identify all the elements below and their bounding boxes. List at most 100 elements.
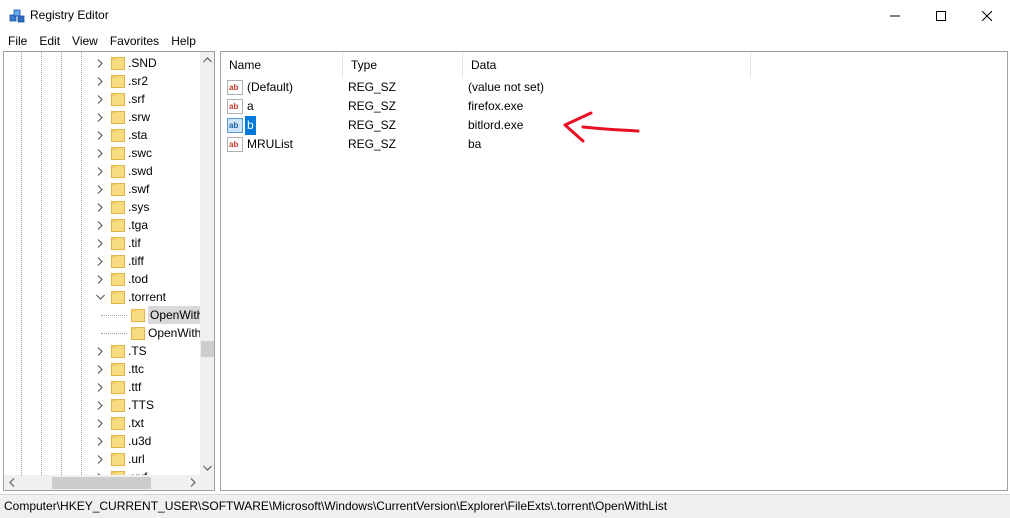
menu-view[interactable]: View	[66, 31, 104, 51]
chevron-right-icon[interactable]	[95, 162, 105, 180]
chevron-up-icon	[203, 56, 212, 62]
chevron-right-icon[interactable]	[95, 216, 105, 234]
chevron-down-icon	[203, 465, 212, 471]
tree-item[interactable]: .ttc	[4, 360, 200, 378]
values-pane[interactable]: Name Type Data ab (Default) REG_SZ (value n…	[220, 51, 1008, 491]
tree-item[interactable]: .sta	[4, 126, 200, 144]
tree-item[interactable]: .tiff	[4, 252, 200, 270]
chevron-right-icon[interactable]	[95, 180, 105, 198]
tree-item[interactable]: .TS	[4, 342, 200, 360]
chevron-right-icon[interactable]	[95, 144, 105, 162]
chevron-right-icon[interactable]	[95, 90, 105, 108]
tree-item[interactable]: .swf	[4, 180, 200, 198]
registry-icon	[9, 8, 25, 24]
chevron-right-icon[interactable]	[95, 198, 105, 216]
key-tree-pane[interactable]: .SND .sr2 .srf .srw .sta .swc .swd .swf .sys .tga…	[3, 51, 215, 491]
svg-text:ab: ab	[229, 83, 238, 92]
tree-horizontal-scroll-thumb[interactable]	[52, 477, 151, 489]
column-header-data[interactable]: Data	[463, 52, 751, 78]
menu-file[interactable]: File	[0, 31, 33, 51]
chevron-right-icon[interactable]	[95, 126, 105, 144]
tree-item[interactable]: .url	[4, 450, 200, 468]
tree-item-label: .sys	[128, 200, 150, 214]
chevron-right-icon[interactable]	[95, 468, 105, 475]
minimize-icon	[890, 15, 900, 16]
tree-item[interactable]: .tod	[4, 270, 200, 288]
tree-item[interactable]: .txt	[4, 414, 200, 432]
menu-help[interactable]: Help	[165, 31, 202, 51]
tree-item[interactable]: .srw	[4, 108, 200, 126]
tree-item[interactable]: .uxf	[4, 468, 200, 475]
folder-icon	[111, 128, 125, 142]
scroll-right-button[interactable]	[185, 475, 200, 490]
tree-item[interactable]: OpenWith	[4, 324, 200, 342]
tree-item-label: .uxf	[128, 468, 147, 475]
tree-item-label: .swc	[128, 146, 152, 160]
chevron-left-icon	[8, 478, 14, 487]
chevron-right-icon[interactable]	[95, 252, 105, 270]
tree-item[interactable]: .swd	[4, 162, 200, 180]
value-name: MRUList	[247, 137, 294, 151]
scroll-down-button[interactable]	[200, 460, 214, 475]
tree-item-label: .swd	[128, 164, 153, 178]
scroll-left-button[interactable]	[4, 475, 19, 490]
key-tree: .SND .sr2 .srf .srw .sta .swc .swd .swf .sys .tga…	[4, 52, 200, 475]
folder-icon	[111, 272, 125, 286]
chevron-right-icon[interactable]	[95, 432, 105, 450]
tree-item[interactable]: .torrent	[4, 288, 200, 306]
menu-bar: File Edit View Favorites Help	[0, 31, 1010, 51]
tree-item[interactable]: .sys	[4, 198, 200, 216]
chevron-right-icon[interactable]	[95, 360, 105, 378]
tree-item-label: .TTS	[128, 398, 154, 412]
column-header-name[interactable]: Name	[221, 52, 343, 78]
status-bar: Computer\HKEY_CURRENT_USER\SOFTWARE\Micr…	[0, 494, 1010, 518]
chevron-right-icon[interactable]	[95, 342, 105, 360]
maximize-button[interactable]	[918, 0, 964, 31]
chevron-right-icon[interactable]	[95, 234, 105, 252]
tree-item-label: .srw	[128, 110, 150, 124]
reg-sz-icon: ab	[227, 80, 243, 95]
tree-vertical-scroll-thumb[interactable]	[201, 341, 214, 357]
column-header-type[interactable]: Type	[343, 52, 463, 78]
value-data: bitlord.exe	[468, 118, 524, 132]
chevron-right-icon[interactable]	[95, 378, 105, 396]
folder-icon	[111, 452, 125, 466]
tree-item-label: .ttc	[128, 362, 145, 376]
tree-item[interactable]: .sr2	[4, 72, 200, 90]
value-row[interactable]: ab (Default) REG_SZ (value not set)	[221, 78, 1007, 97]
tree-item[interactable]: OpenWith	[4, 306, 200, 324]
chevron-right-icon[interactable]	[95, 54, 105, 72]
tree-item[interactable]: .ttf	[4, 378, 200, 396]
tree-item[interactable]: .swc	[4, 144, 200, 162]
chevron-right-icon[interactable]	[95, 414, 105, 432]
tree-item-label: .tod	[128, 272, 149, 286]
chevron-right-icon[interactable]	[95, 450, 105, 468]
tree-item[interactable]: .tif	[4, 234, 200, 252]
folder-icon	[111, 164, 125, 178]
folder-icon	[111, 146, 125, 160]
chevron-right-icon[interactable]	[95, 396, 105, 414]
tree-item[interactable]: .srf	[4, 90, 200, 108]
tree-item-label: .SND	[128, 56, 157, 70]
tree-item[interactable]: .SND	[4, 54, 200, 72]
tree-item[interactable]: .u3d	[4, 432, 200, 450]
value-type: REG_SZ	[348, 137, 397, 151]
chevron-down-icon[interactable]	[95, 288, 105, 306]
tree-item[interactable]: .TTS	[4, 396, 200, 414]
tree-item[interactable]: .tga	[4, 216, 200, 234]
chevron-right-icon[interactable]	[95, 270, 105, 288]
menu-edit[interactable]: Edit	[33, 31, 66, 51]
chevron-right-icon[interactable]	[95, 72, 105, 90]
tree-item-label: .torrent	[128, 290, 167, 304]
menu-favorites[interactable]: Favorites	[104, 31, 165, 51]
chevron-right-icon[interactable]	[95, 108, 105, 126]
scroll-up-button[interactable]	[200, 52, 214, 67]
value-type: REG_SZ	[348, 118, 397, 132]
tree-guide-line	[101, 333, 127, 334]
tree-vertical-scrollbar[interactable]	[200, 52, 214, 475]
minimize-button[interactable]	[872, 0, 918, 31]
svg-text:ab: ab	[229, 121, 238, 130]
folder-icon	[111, 398, 125, 412]
folder-icon	[111, 380, 125, 394]
close-button[interactable]	[964, 0, 1010, 31]
